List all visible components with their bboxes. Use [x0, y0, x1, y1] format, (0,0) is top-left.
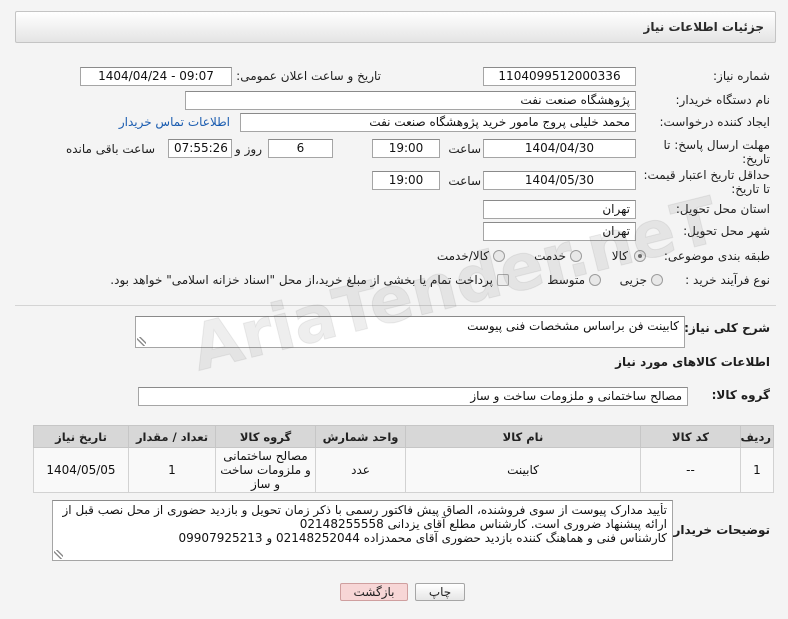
- col-header-quantity: تعداد / مقدار: [128, 425, 216, 448]
- need-details-page: جزئیات اطلاعات نیاز شماره نیاز: 11040995…: [0, 0, 788, 619]
- cell-quantity: 1: [128, 447, 216, 493]
- announce-datetime-field[interactable]: 1404/04/24 - 09:07: [80, 67, 232, 86]
- price-validity-label-line1: حداقل تاریخ اعتبار قیمت:: [643, 168, 770, 182]
- description-text: کابینت فن براساس مشخصات فنی پیوست: [467, 319, 679, 333]
- cell-need-date: 1404/05/05: [33, 447, 129, 493]
- cell-item-group: مصالح ساختمانی و ملزومات ساخت و ساز: [215, 447, 316, 493]
- panel-header: جزئیات اطلاعات نیاز: [15, 11, 776, 43]
- price-validity-date-field[interactable]: 1404/05/30: [483, 171, 636, 190]
- radio-service-label: خدمت: [534, 249, 566, 263]
- delivery-city-label: شهر محل تحویل:: [683, 224, 770, 238]
- remaining-time-label: ساعت باقی مانده: [65, 142, 155, 156]
- goods-table: ردیف کد کالا نام کالا واحد شمارش گروه کا…: [33, 425, 774, 493]
- subject-category-label: طبقه بندی موضوعی:: [663, 249, 770, 263]
- remaining-time-field[interactable]: 07:55:26: [168, 139, 232, 158]
- response-deadline-label-line1: مهلت ارسال پاسخ: تا: [663, 138, 770, 152]
- page-title: جزئیات اطلاعات نیاز: [643, 20, 764, 34]
- response-deadline-label-line2: تاریخ:: [742, 152, 770, 166]
- col-header-row-number: ردیف: [740, 425, 774, 448]
- requester-label: ایجاد کننده درخواست:: [659, 115, 770, 129]
- section-divider: [15, 305, 776, 306]
- radio-minor[interactable]: [651, 274, 663, 286]
- goods-section-heading: اطلاعات کالاهای مورد نیاز: [615, 355, 770, 369]
- price-validity-time-label: ساعت: [448, 174, 481, 188]
- remaining-days-label: روز و: [235, 142, 262, 156]
- price-validity-label-line2: تا تاریخ:: [731, 182, 770, 196]
- col-header-unit: واحد شمارش: [315, 425, 406, 448]
- col-header-need-date: تاریخ نیاز: [33, 425, 129, 448]
- goods-group-label: گروه کالا:: [711, 388, 770, 402]
- price-validity-time-field[interactable]: 19:00: [372, 171, 440, 190]
- goods-group-field[interactable]: مصالح ساختمانی و ملزومات ساخت و ساز: [138, 387, 688, 406]
- col-header-item-group: گروه کالا: [215, 425, 316, 448]
- cell-row-number: 1: [740, 447, 774, 493]
- purchase-process-label: نوع فرآیند خرید :: [685, 273, 770, 287]
- price-validity-label: حداقل تاریخ اعتبار قیمت: تا تاریخ:: [643, 168, 770, 196]
- col-header-item-code: کد کالا: [640, 425, 741, 448]
- cell-item-name: کابینت: [405, 447, 641, 493]
- buyer-notes-label: توضیحات خریدار:: [668, 523, 770, 537]
- radio-goods-service-label: کالا/خدمت: [436, 249, 489, 263]
- radio-service[interactable]: [570, 250, 582, 262]
- radio-medium-label: متوسط: [547, 273, 585, 287]
- description-textarea[interactable]: کابینت فن براساس مشخصات فنی پیوست: [135, 316, 685, 348]
- radio-goods-service[interactable]: [493, 250, 505, 262]
- delivery-city-field[interactable]: تهران: [483, 222, 636, 241]
- delivery-province-field[interactable]: تهران: [483, 200, 636, 219]
- treasury-checkbox[interactable]: [497, 274, 509, 286]
- buyer-org-label: نام دستگاه خریدار:: [675, 93, 771, 107]
- print-button[interactable]: چاپ: [415, 583, 465, 601]
- announce-datetime-label: تاریخ و ساعت اعلان عمومی:: [236, 69, 381, 83]
- delivery-province-label: استان محل تحویل:: [675, 202, 770, 216]
- response-deadline-label: مهلت ارسال پاسخ: تا تاریخ:: [663, 138, 770, 166]
- need-number-field[interactable]: 1104099512000336: [483, 67, 636, 86]
- radio-medium[interactable]: [589, 274, 601, 286]
- response-deadline-time-label: ساعت: [448, 142, 481, 156]
- table-header-row: ردیف کد کالا نام کالا واحد شمارش گروه کا…: [33, 425, 774, 448]
- buyer-notes-textarea[interactable]: تأیید مدارک پیوست از سوی فروشنده، الصاق …: [52, 500, 673, 561]
- radio-minor-label: جزیی: [619, 273, 647, 287]
- buyer-notes-text: تأیید مدارک پیوست از سوی فروشنده، الصاق …: [62, 503, 668, 545]
- radio-goods[interactable]: [634, 250, 646, 262]
- cell-unit: عدد: [315, 447, 406, 493]
- response-deadline-date-field[interactable]: 1404/04/30: [483, 139, 636, 158]
- resize-handle-icon[interactable]: [54, 550, 63, 559]
- resize-handle-icon[interactable]: [137, 337, 146, 346]
- remaining-days-field[interactable]: 6: [268, 139, 333, 158]
- response-deadline-time-field[interactable]: 19:00: [372, 139, 440, 158]
- treasury-checkbox-label: پرداخت تمام یا بخشی از مبلغ خرید،از محل …: [110, 273, 493, 287]
- table-row: 1 -- کابینت عدد مصالح ساختمانی و ملزومات…: [33, 447, 774, 493]
- buyer-org-field[interactable]: پژوهشگاه صنعت نفت: [185, 91, 636, 110]
- need-number-label: شماره نیاز:: [713, 69, 770, 83]
- radio-goods-label: کالا: [611, 249, 628, 263]
- description-label: شرح کلی نیاز:: [684, 321, 770, 335]
- buyer-contact-link[interactable]: اطلاعات تماس خریدار: [119, 115, 230, 129]
- col-header-item-name: نام کالا: [405, 425, 641, 448]
- requester-field[interactable]: محمد خلیلی پروج مامور خرید پژوهشگاه صنعت…: [240, 113, 636, 132]
- cell-item-code: --: [640, 447, 741, 493]
- back-button[interactable]: بازگشت: [340, 583, 408, 601]
